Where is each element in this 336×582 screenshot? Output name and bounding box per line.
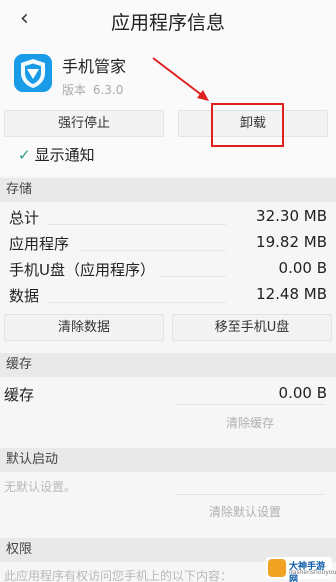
site-watermark: 大神手游网 dashenshouyou — [266, 557, 336, 582]
divider — [80, 250, 226, 251]
cache-row: 缓存 0.00 B — [0, 382, 336, 406]
default-launch-section-header: 默认启动 — [0, 448, 336, 472]
divider — [160, 276, 226, 277]
permissions-text: 此应用程序有权访问您手机上的以下内容： — [4, 569, 233, 582]
divider — [175, 404, 325, 405]
storage-row-total: 总计 32.30 MB — [0, 205, 336, 229]
row-label: 数据 — [9, 287, 40, 305]
annotation-arrow-icon — [152, 57, 209, 101]
move-to-u-disk-button[interactable]: 移至手机U盘 — [172, 314, 332, 341]
watermark-subtitle: dashenshouyou — [289, 569, 336, 576]
clear-defaults-button[interactable]: 清除默认设置 — [160, 503, 330, 520]
storage-section-header: 存储 — [0, 178, 336, 202]
clear-cache-button[interactable]: 清除缓存 — [170, 414, 330, 431]
clear-data-button[interactable]: 清除数据 — [4, 314, 164, 341]
cache-section-header: 缓存 — [0, 353, 336, 377]
divider — [48, 302, 226, 303]
row-value: 0.00 B — [278, 384, 327, 402]
no-defaults-text: 无默认设置。 — [4, 480, 77, 494]
row-value: 32.30 MB — [256, 207, 327, 225]
row-label: 缓存 — [4, 386, 35, 404]
storage-row-data: 数据 12.48 MB — [0, 283, 336, 307]
row-label: 总计 — [9, 209, 40, 227]
divider — [48, 224, 226, 225]
storage-row-u-disk: 手机U盘（应用程序） 0.00 B — [0, 257, 336, 281]
watermark-logo-icon — [268, 559, 286, 577]
row-value: 12.48 MB — [256, 285, 327, 303]
row-label: 应用程序 — [9, 235, 70, 253]
row-label: 手机U盘（应用程序） — [9, 261, 155, 279]
divider — [175, 494, 325, 495]
row-value: 19.82 MB — [256, 233, 327, 251]
storage-row-app: 应用程序 19.82 MB — [0, 231, 336, 255]
row-value: 0.00 B — [278, 259, 327, 277]
